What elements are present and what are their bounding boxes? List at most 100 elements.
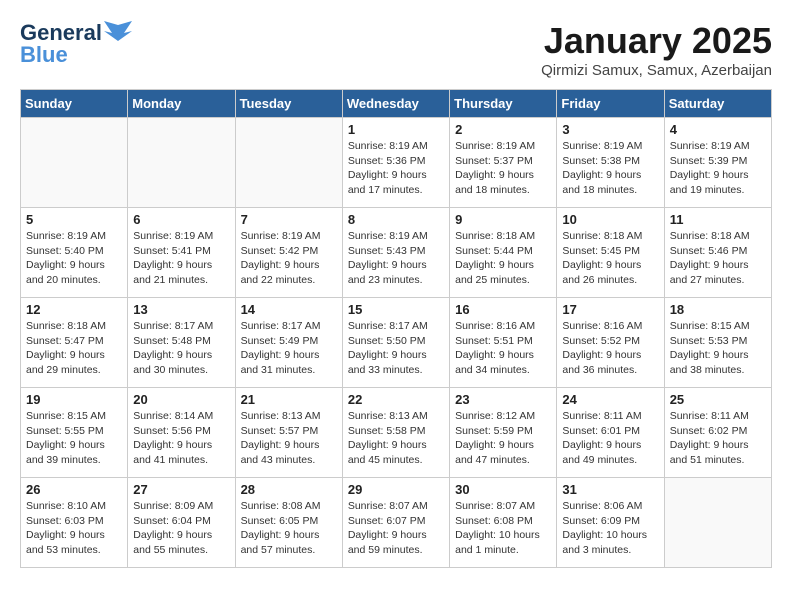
day-number: 10	[562, 212, 658, 227]
day-of-week-header: Monday	[128, 90, 235, 118]
day-number: 15	[348, 302, 444, 317]
calendar-cell: 18Sunrise: 8:15 AM Sunset: 5:53 PM Dayli…	[664, 298, 771, 388]
day-info: Sunrise: 8:15 AM Sunset: 5:55 PM Dayligh…	[26, 409, 122, 468]
calendar-cell: 3 Sunrise: 8:19 AM Sunset: 5:38 PM Daylig…	[557, 118, 664, 208]
day-of-week-header: Wednesday	[342, 90, 449, 118]
day-number: 25	[670, 392, 766, 407]
day-number: 23	[455, 392, 551, 407]
day-info: Sunrise: 8:14 AM Sunset: 5:56 PM Dayligh…	[133, 409, 229, 468]
day-number: 31	[562, 482, 658, 497]
day-info: Sunrise: 8:16 AM Sunset: 5:52 PM Dayligh…	[562, 319, 658, 378]
day-info: Sunrise: 8:07 AM Sunset: 6:07 PM Dayligh…	[348, 499, 444, 558]
day-info: Sunrise: 8:18 AM Sunset: 5:47 PM Dayligh…	[26, 319, 122, 378]
calendar-cell: 4Sunrise: 8:19 AM Sunset: 5:39 PM Daylig…	[664, 118, 771, 208]
day-info: Sunrise: 8:18 AM Sunset: 5:45 PM Dayligh…	[562, 229, 658, 288]
day-info: Sunrise: 8:19 AM Sunset: 5:36 PM Dayligh…	[348, 139, 444, 198]
day-of-week-header: Tuesday	[235, 90, 342, 118]
day-number: 28	[241, 482, 337, 497]
day-info: Sunrise: 8:17 AM Sunset: 5:49 PM Dayligh…	[241, 319, 337, 378]
calendar-cell: 15 Sunrise: 8:17 AM Sunset: 5:50 PM Dayli…	[342, 298, 449, 388]
calendar-cell: 7 Sunrise: 8:19 AM Sunset: 5:42 PM Daylig…	[235, 208, 342, 298]
calendar-cell	[235, 118, 342, 208]
calendar-cell: 22 Sunrise: 8:13 AM Sunset: 5:58 PM Dayli…	[342, 388, 449, 478]
logo: General Blue	[20, 20, 132, 68]
day-number: 12	[26, 302, 122, 317]
day-info: Sunrise: 8:11 AM Sunset: 6:02 PM Dayligh…	[670, 409, 766, 468]
day-info: Sunrise: 8:19 AM Sunset: 5:40 PM Dayligh…	[26, 229, 122, 288]
day-info: Sunrise: 8:19 AM Sunset: 5:43 PM Dayligh…	[348, 229, 444, 288]
title-section: January 2025 Qirmizi Samux, Samux, Azerb…	[541, 20, 772, 79]
calendar-cell: 30Sunrise: 8:07 AM Sunset: 6:08 PM Dayli…	[450, 478, 557, 568]
day-info: Sunrise: 8:19 AM Sunset: 5:38 PM Dayligh…	[562, 139, 658, 198]
day-number: 7	[241, 212, 337, 227]
calendar-cell: 31 Sunrise: 8:06 AM Sunset: 6:09 PM Dayli…	[557, 478, 664, 568]
calendar-cell: 9 Sunrise: 8:18 AM Sunset: 5:44 PM Daylig…	[450, 208, 557, 298]
day-info: Sunrise: 8:07 AM Sunset: 6:08 PM Dayligh…	[455, 499, 551, 558]
day-number: 29	[348, 482, 444, 497]
day-info: Sunrise: 8:06 AM Sunset: 6:09 PM Dayligh…	[562, 499, 658, 558]
day-number: 5	[26, 212, 122, 227]
calendar-week-row: 5 Sunrise: 8:19 AM Sunset: 5:40 PM Daylig…	[21, 208, 772, 298]
calendar-cell: 12 Sunrise: 8:18 AM Sunset: 5:47 PM Dayli…	[21, 298, 128, 388]
day-number: 4	[670, 122, 766, 137]
day-number: 24	[562, 392, 658, 407]
logo-bird-icon	[104, 21, 132, 45]
calendar-cell: 28 Sunrise: 8:08 AM Sunset: 6:05 PM Dayli…	[235, 478, 342, 568]
day-info: Sunrise: 8:12 AM Sunset: 5:59 PM Dayligh…	[455, 409, 551, 468]
calendar-cell: 13Sunrise: 8:17 AM Sunset: 5:48 PM Dayli…	[128, 298, 235, 388]
calendar-week-row: 26 Sunrise: 8:10 AM Sunset: 6:03 PM Dayli…	[21, 478, 772, 568]
day-number: 2	[455, 122, 551, 137]
calendar-cell	[21, 118, 128, 208]
day-number: 3	[562, 122, 658, 137]
day-of-week-header: Friday	[557, 90, 664, 118]
calendar-week-row: 1 Sunrise: 8:19 AM Sunset: 5:36 PM Daylig…	[21, 118, 772, 208]
day-number: 11	[670, 212, 766, 227]
day-info: Sunrise: 8:10 AM Sunset: 6:03 PM Dayligh…	[26, 499, 122, 558]
day-info: Sunrise: 8:18 AM Sunset: 5:44 PM Dayligh…	[455, 229, 551, 288]
calendar-cell: 24 Sunrise: 8:11 AM Sunset: 6:01 PM Dayli…	[557, 388, 664, 478]
calendar-cell: 27Sunrise: 8:09 AM Sunset: 6:04 PM Dayli…	[128, 478, 235, 568]
day-number: 19	[26, 392, 122, 407]
day-of-week-header: Sunday	[21, 90, 128, 118]
day-of-week-header: Saturday	[664, 90, 771, 118]
day-number: 1	[348, 122, 444, 137]
calendar-cell: 6Sunrise: 8:19 AM Sunset: 5:41 PM Daylig…	[128, 208, 235, 298]
day-number: 18	[670, 302, 766, 317]
day-number: 8	[348, 212, 444, 227]
day-info: Sunrise: 8:19 AM Sunset: 5:41 PM Dayligh…	[133, 229, 229, 288]
day-info: Sunrise: 8:17 AM Sunset: 5:50 PM Dayligh…	[348, 319, 444, 378]
calendar-cell	[664, 478, 771, 568]
day-of-week-header: Thursday	[450, 90, 557, 118]
day-info: Sunrise: 8:11 AM Sunset: 6:01 PM Dayligh…	[562, 409, 658, 468]
calendar-cell: 1 Sunrise: 8:19 AM Sunset: 5:36 PM Daylig…	[342, 118, 449, 208]
calendar-cell	[128, 118, 235, 208]
day-info: Sunrise: 8:19 AM Sunset: 5:42 PM Dayligh…	[241, 229, 337, 288]
day-number: 16	[455, 302, 551, 317]
calendar-cell: 19 Sunrise: 8:15 AM Sunset: 5:55 PM Dayli…	[21, 388, 128, 478]
calendar-week-row: 19 Sunrise: 8:15 AM Sunset: 5:55 PM Dayli…	[21, 388, 772, 478]
calendar-cell: 23 Sunrise: 8:12 AM Sunset: 5:59 PM Dayli…	[450, 388, 557, 478]
calendar-cell: 11 Sunrise: 8:18 AM Sunset: 5:46 PM Dayli…	[664, 208, 771, 298]
day-info: Sunrise: 8:16 AM Sunset: 5:51 PM Dayligh…	[455, 319, 551, 378]
day-info: Sunrise: 8:13 AM Sunset: 5:58 PM Dayligh…	[348, 409, 444, 468]
day-info: Sunrise: 8:19 AM Sunset: 5:37 PM Dayligh…	[455, 139, 551, 198]
day-number: 13	[133, 302, 229, 317]
logo-blue: Blue	[20, 42, 68, 68]
month-title: January 2025	[541, 20, 772, 62]
calendar-cell: 29 Sunrise: 8:07 AM Sunset: 6:07 PM Dayli…	[342, 478, 449, 568]
day-info: Sunrise: 8:13 AM Sunset: 5:57 PM Dayligh…	[241, 409, 337, 468]
day-number: 26	[26, 482, 122, 497]
day-info: Sunrise: 8:18 AM Sunset: 5:46 PM Dayligh…	[670, 229, 766, 288]
day-number: 14	[241, 302, 337, 317]
day-number: 17	[562, 302, 658, 317]
day-number: 27	[133, 482, 229, 497]
page-header: General Blue January 2025 Qirmizi Samux,…	[20, 20, 772, 79]
location-subtitle: Qirmizi Samux, Samux, Azerbaijan	[541, 62, 772, 79]
day-number: 9	[455, 212, 551, 227]
calendar-cell: 17 Sunrise: 8:16 AM Sunset: 5:52 PM Dayli…	[557, 298, 664, 388]
day-number: 22	[348, 392, 444, 407]
day-info: Sunrise: 8:08 AM Sunset: 6:05 PM Dayligh…	[241, 499, 337, 558]
calendar-header-row: SundayMondayTuesdayWednesdayThursdayFrid…	[21, 90, 772, 118]
calendar-cell: 10 Sunrise: 8:18 AM Sunset: 5:45 PM Dayli…	[557, 208, 664, 298]
calendar-cell: 2 Sunrise: 8:19 AM Sunset: 5:37 PM Daylig…	[450, 118, 557, 208]
